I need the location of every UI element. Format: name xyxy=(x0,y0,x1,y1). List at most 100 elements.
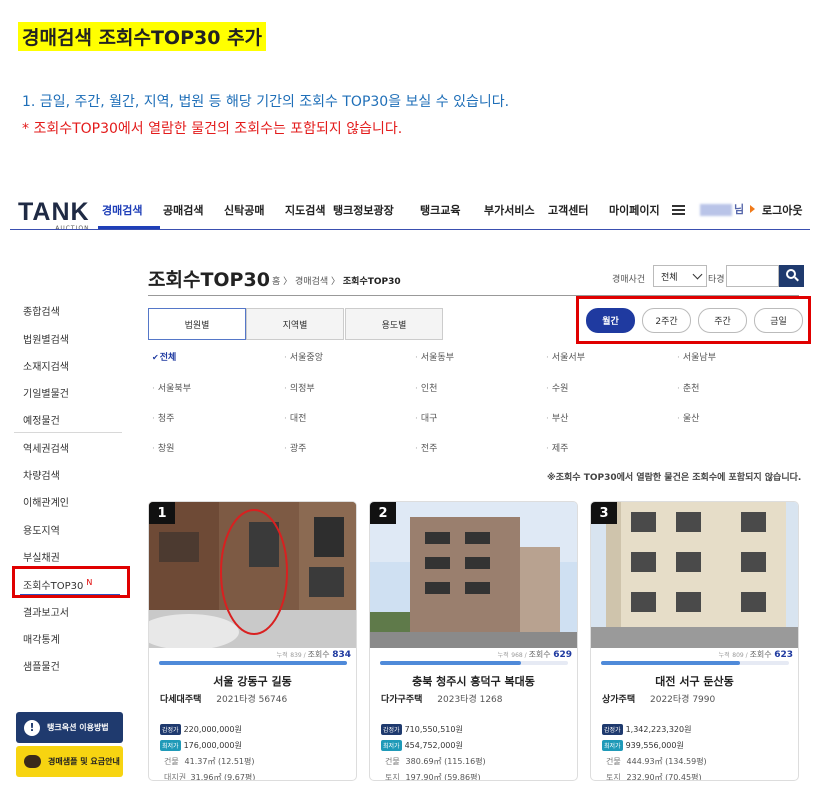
court-option[interactable]: · 부산 xyxy=(546,411,568,424)
court-option[interactable]: · 서울동부 xyxy=(415,350,454,363)
rank-badge: 3 xyxy=(591,502,617,524)
usage-guide-button[interactable]: ! 탱크옥션 이용방법 xyxy=(16,712,123,743)
nav-info-plaza[interactable]: 탱크정보광장 xyxy=(333,202,394,218)
court-option[interactable]: · 대전 xyxy=(284,411,306,424)
court-label: 제주 xyxy=(551,444,569,454)
court-option[interactable]: · 대구 xyxy=(415,411,437,424)
court-option[interactable]: · 수원 xyxy=(546,381,568,394)
case-number: 2021타경 56746 xyxy=(216,695,288,705)
hamburger-menu-icon[interactable] xyxy=(672,205,685,215)
sidebar-item-station-area[interactable]: 역세권검색 xyxy=(23,440,69,455)
tab-by-region[interactable]: 지역별 xyxy=(246,308,344,340)
case-number-input[interactable] xyxy=(726,265,779,287)
breadcrumb-home[interactable]: 홈 xyxy=(272,277,280,287)
sidebar-item-by-location[interactable]: 소재지검색 xyxy=(23,358,69,373)
property-subline: 상가주택 2022타경 7990 xyxy=(602,692,715,705)
nav-extra-services[interactable]: 부가서비스 xyxy=(484,202,535,218)
cumulative-label: 누적 xyxy=(276,652,288,659)
nav-trust-auction[interactable]: 신탁공매 xyxy=(224,202,264,218)
sample-pricing-label: 경매샘플 및 요금안내 xyxy=(48,757,120,766)
min-price: 176,000,000원 xyxy=(183,741,242,750)
court-option[interactable]: · 전주 xyxy=(415,441,437,454)
court-option[interactable]: · 인천 xyxy=(415,381,437,394)
min-price-row: 최저가 454,752,000원 xyxy=(381,740,463,751)
case-search-label: 경매사건 xyxy=(612,275,646,285)
min-price-tag: 최저가 xyxy=(160,740,181,751)
highlight-box-sidebar xyxy=(12,566,130,598)
court-label: 울산 xyxy=(682,414,700,424)
sidebar-item-npl[interactable]: 부실채권 xyxy=(23,549,60,564)
view-stats: 누적 839 / 조회수 834 xyxy=(277,649,351,660)
user-suffix: 님 xyxy=(734,203,745,216)
land-area: 197.90㎡ (59.86평) xyxy=(405,773,481,781)
tab-by-usage[interactable]: 용도별 xyxy=(345,308,443,340)
nav-public-auction[interactable]: 공매검색 xyxy=(163,202,203,218)
court-option[interactable]: · 울산 xyxy=(677,411,699,424)
nav-my-page[interactable]: 마이페이지 xyxy=(609,202,660,218)
page-title: 조회수TOP30 xyxy=(148,269,270,291)
appraisal-price: 1,342,223,320원 xyxy=(625,725,692,734)
sidebar-item-vehicle[interactable]: 차량검색 xyxy=(23,467,60,482)
appraisal-row: 감정가 710,550,510원 xyxy=(381,724,463,735)
case-number: 2022타경 7990 xyxy=(650,695,716,705)
sidebar-item-report[interactable]: 결과보고서 xyxy=(23,604,69,619)
court-option[interactable]: ✔전체 xyxy=(152,350,176,363)
court-option[interactable]: · 서울북부 xyxy=(152,381,191,394)
property-card[interactable]: 3 누적 809 / 조회수 623 대전 서구 둔산동 상가주택 2022타경… xyxy=(590,501,799,781)
sidebar-item-zoning[interactable]: 용도지역 xyxy=(23,522,60,537)
court-option[interactable]: · 광주 xyxy=(284,441,306,454)
property-card[interactable]: 2 누적 968 / 조회수 629 충북 청주시 흥덕구 복대동 다가구주택 … xyxy=(369,501,578,781)
sidebar-item-stakeholder[interactable]: 이해관계인 xyxy=(23,494,69,509)
nav-education[interactable]: 탱크교육 xyxy=(420,202,460,218)
tab-by-court[interactable]: 법원별 xyxy=(148,308,246,340)
appraisal-price: 710,550,510원 xyxy=(404,725,463,734)
nav-map-search[interactable]: 지도검색 xyxy=(285,202,325,218)
property-card[interactable]: 1 누적 839 / 조회수 834 서울 강동구 길동 다세대주택 2021타… xyxy=(148,501,357,781)
court-option[interactable]: · 서울중앙 xyxy=(284,350,323,363)
logout-link[interactable]: 로그아웃 xyxy=(762,202,802,218)
sidebar-item-comprehensive[interactable]: 종합검색 xyxy=(23,303,60,318)
sidebar-item-samples[interactable]: 샘플물건 xyxy=(23,658,60,673)
land-area-row: 토지 232.90㎡ (70.45평) xyxy=(606,772,702,781)
court-option[interactable]: · 의정부 xyxy=(284,381,315,394)
views-bar xyxy=(380,661,568,665)
court-select[interactable]: 전체 xyxy=(653,265,707,287)
area-label: 토지 xyxy=(606,773,621,781)
court-option[interactable]: · 제주 xyxy=(546,441,568,454)
sample-pricing-button[interactable]: 경매샘플 및 요금안내 xyxy=(16,746,123,777)
search-button[interactable] xyxy=(779,265,804,287)
views-count: 629 xyxy=(553,650,572,660)
property-address: 대전 서구 둔산동 xyxy=(655,675,734,688)
court-label: 서울남부 xyxy=(682,353,716,363)
min-price-tag: 최저가 xyxy=(381,740,402,751)
court-label: 청주 xyxy=(157,414,175,424)
min-price: 454,752,000원 xyxy=(404,741,463,750)
appraisal-row: 감정가 220,000,000원 xyxy=(160,724,242,735)
court-option[interactable]: · 청주 xyxy=(152,411,174,424)
court-option[interactable]: · 창원 xyxy=(152,441,174,454)
sidebar-item-scheduled[interactable]: 예정물건 xyxy=(23,412,60,427)
property-photo-illustration xyxy=(591,502,798,648)
court-label: 수원 xyxy=(551,384,569,394)
breadcrumb-auction[interactable]: 경매검색 xyxy=(295,277,328,287)
property-address: 충북 청주시 흥덕구 복대동 xyxy=(412,675,535,688)
land-area: 31.96㎡ (9.67평) xyxy=(190,773,256,781)
search-icon-handle xyxy=(794,276,799,282)
user-name: 님 xyxy=(700,201,744,217)
land-area: 232.90㎡ (70.45평) xyxy=(626,773,702,781)
highlight-box-periods xyxy=(576,296,811,344)
court-option[interactable]: · 춘천 xyxy=(677,381,699,394)
court-label: 전주 xyxy=(420,444,438,454)
appraisal-tag: 감정가 xyxy=(602,724,623,735)
nav-auction-search[interactable]: 경매검색 xyxy=(102,202,142,218)
court-option[interactable]: · 서울남부 xyxy=(677,350,716,363)
sidebar-item-by-date[interactable]: 기일별물건 xyxy=(23,385,69,400)
court-option[interactable]: · 서울서부 xyxy=(546,350,585,363)
breadcrumb-current: 조회수TOP30 xyxy=(342,277,401,287)
sidebar-item-by-court[interactable]: 법원별검색 xyxy=(23,331,69,346)
court-label: 서울동부 xyxy=(420,353,454,363)
tank-auction-logo[interactable]: TANK AUCTION xyxy=(18,200,90,233)
nav-customer-center[interactable]: 고객센터 xyxy=(548,202,588,218)
views-bar-fill xyxy=(601,661,741,665)
sidebar-item-statistics[interactable]: 매각통계 xyxy=(23,631,60,646)
